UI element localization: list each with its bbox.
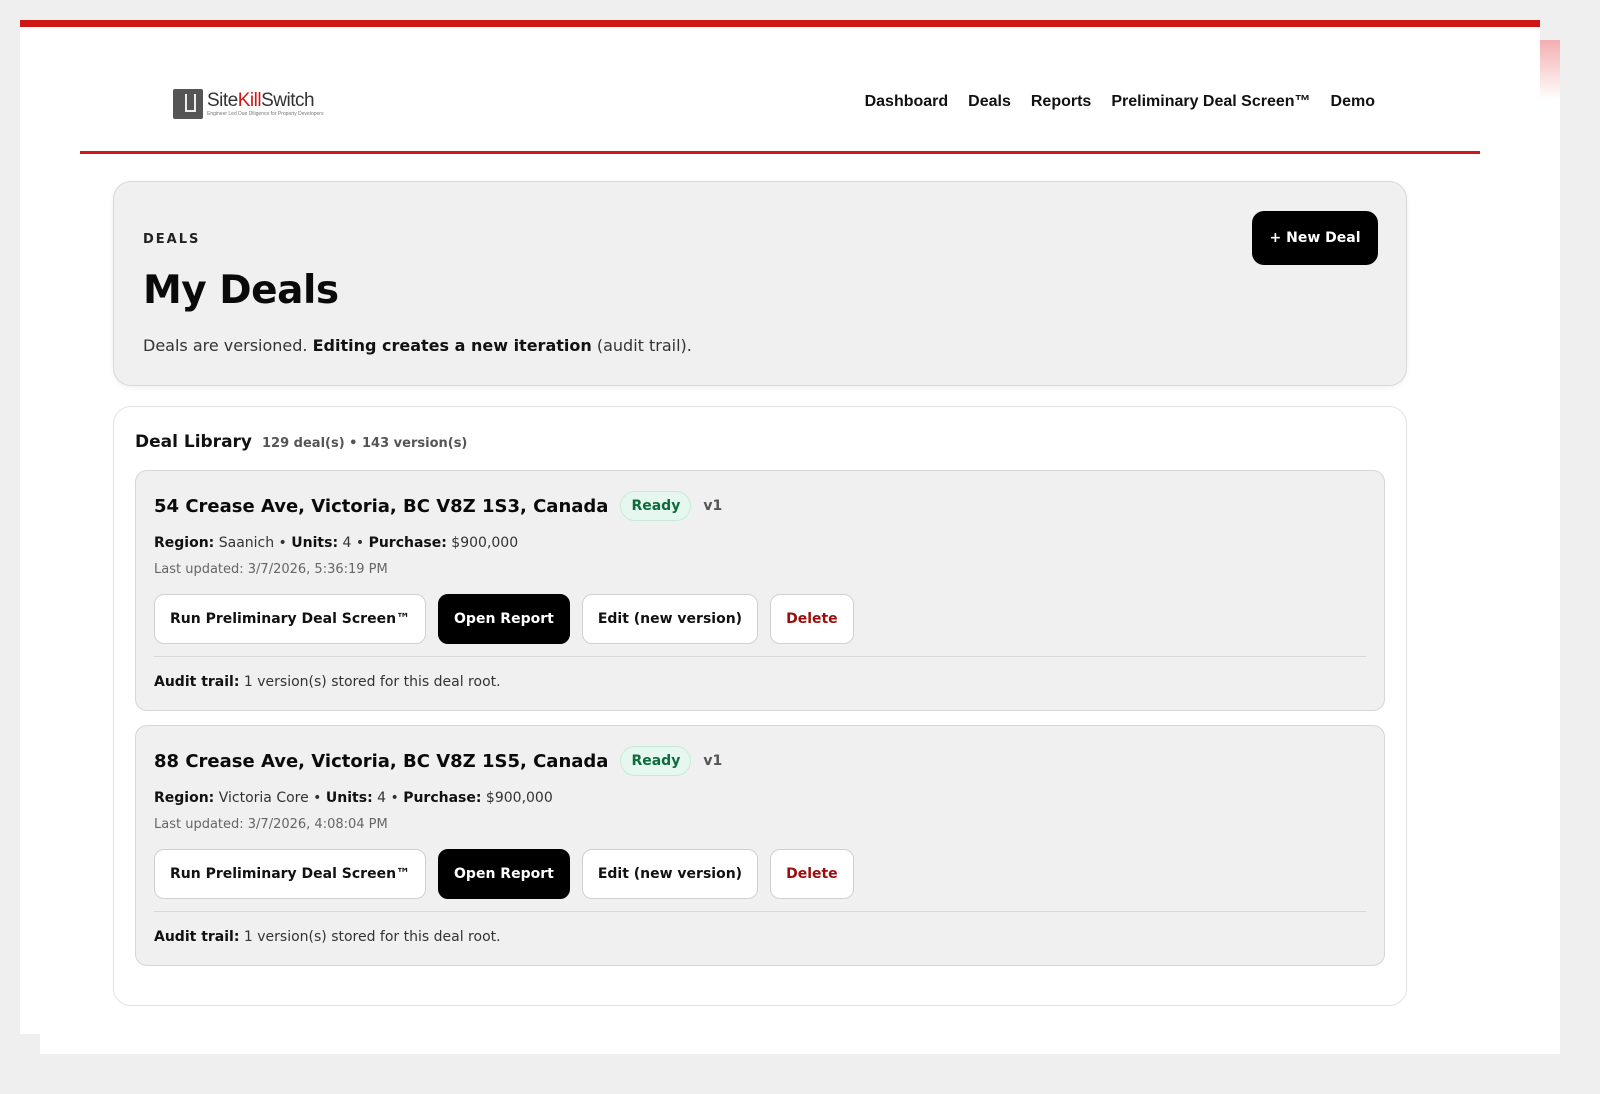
deal-card: 88 Crease Ave, Victoria, BC V8Z 1S5, Can…: [135, 725, 1385, 966]
run-preliminary-screen-button[interactable]: Run Preliminary Deal Screen™: [154, 849, 427, 899]
deal-meta: Region: Victoria Core • Units: 4 • Purch…: [154, 790, 553, 806]
window-backdrop-accent: [1538, 40, 1560, 100]
deal-address: 54 Crease Ave, Victoria, BC V8Z 1S3, Can…: [154, 495, 609, 517]
status-badge: Ready: [620, 491, 692, 521]
deal-library-count: 129 deal(s) • 143 version(s): [262, 436, 468, 451]
version-label: v1: [703, 753, 723, 769]
deal-actions: Run Preliminary Deal Screen™ Open Report…: [154, 594, 854, 644]
nav-preliminary-deal-screen[interactable]: Preliminary Deal Screen™: [1111, 93, 1310, 111]
card-divider: [154, 911, 1366, 912]
nav-dashboard[interactable]: Dashboard: [865, 93, 949, 111]
audit-trail: Audit trail: 1 version(s) stored for thi…: [154, 674, 501, 690]
delete-button[interactable]: Delete: [770, 594, 854, 644]
page-title: My Deals: [143, 268, 339, 313]
nav-deals[interactable]: Deals: [968, 93, 1011, 111]
browser-viewport: SiteKillSwitch Engineer Led Due Diligenc…: [20, 20, 1540, 1034]
nav-demo[interactable]: Demo: [1331, 93, 1375, 111]
site-logo[interactable]: SiteKillSwitch Engineer Led Due Diligenc…: [173, 89, 323, 119]
edit-new-version-button[interactable]: Edit (new version): [581, 594, 759, 644]
switch-icon: [173, 89, 203, 119]
delete-button[interactable]: Delete: [770, 849, 854, 899]
page-header-card: DEALS My Deals Deals are versioned. Edit…: [113, 181, 1407, 386]
nav-reports[interactable]: Reports: [1031, 93, 1091, 111]
open-report-button[interactable]: Open Report: [438, 849, 570, 899]
site-header: SiteKillSwitch Engineer Led Due Diligenc…: [80, 27, 1480, 154]
logo-wordmark: SiteKillSwitch: [207, 90, 315, 111]
card-divider: [154, 656, 1366, 657]
page-description: Deals are versioned. Editing creates a n…: [143, 336, 692, 355]
deal-library-title: Deal Library: [135, 432, 253, 452]
open-report-button[interactable]: Open Report: [438, 594, 570, 644]
last-updated: Last updated: 3/7/2026, 5:36:19 PM: [154, 562, 388, 577]
deal-meta: Region: Saanich • Units: 4 • Purchase: $…: [154, 535, 519, 551]
deal-library: Deal Library 129 deal(s) • 143 version(s…: [113, 406, 1407, 1006]
version-label: v1: [703, 498, 723, 514]
main-nav: Dashboard Deals Reports Preliminary Deal…: [865, 93, 1375, 111]
section-eyebrow: DEALS: [143, 232, 201, 247]
new-deal-button[interactable]: + New Deal: [1252, 211, 1378, 265]
edit-new-version-button[interactable]: Edit (new version): [581, 849, 759, 899]
status-badge: Ready: [620, 746, 692, 776]
logo-tagline: Engineer Led Due Diligence for Property …: [207, 111, 324, 117]
deal-card: 54 Crease Ave, Victoria, BC V8Z 1S3, Can…: [135, 470, 1385, 711]
run-preliminary-screen-button[interactable]: Run Preliminary Deal Screen™: [154, 594, 427, 644]
deal-library-header: Deal Library 129 deal(s) • 143 version(s…: [135, 432, 467, 452]
last-updated: Last updated: 3/7/2026, 4:08:04 PM: [154, 817, 388, 832]
audit-trail: Audit trail: 1 version(s) stored for thi…: [154, 929, 501, 945]
deal-address: 88 Crease Ave, Victoria, BC V8Z 1S5, Can…: [154, 750, 609, 772]
deal-actions: Run Preliminary Deal Screen™ Open Report…: [154, 849, 854, 899]
